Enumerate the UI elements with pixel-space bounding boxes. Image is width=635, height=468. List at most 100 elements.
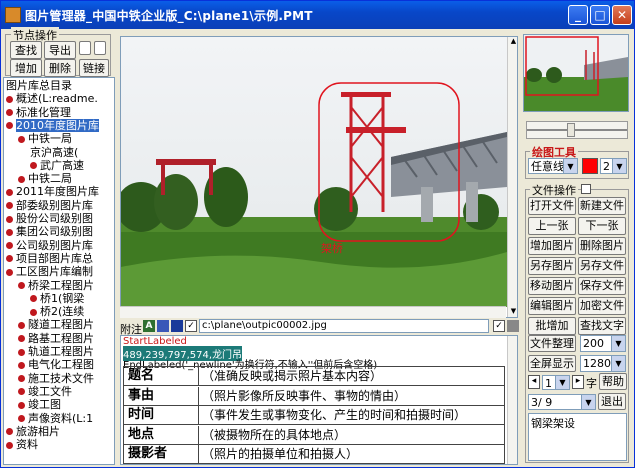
tree-node[interactable]: 中铁一局 <box>18 133 72 145</box>
arrange-select[interactable]: 200 ▼ <box>580 335 626 352</box>
tree-node[interactable]: 京沪高速( <box>30 146 78 159</box>
tree-node[interactable]: 声像资料(L:1 <box>18 411 94 425</box>
trash-icon[interactable] <box>507 320 519 332</box>
link-button[interactable]: 链接 <box>79 59 109 77</box>
image-icon[interactable] <box>157 320 169 332</box>
font-icon[interactable]: A <box>143 320 155 332</box>
file-op-button[interactable]: 加密文件 <box>578 297 626 315</box>
tree-node[interactable]: 隧道工程图片 <box>18 319 94 331</box>
node-bullet-icon <box>6 188 13 196</box>
file-op-button[interactable]: 新建文件 <box>578 197 626 215</box>
tree-node[interactable]: 标准化管理 <box>6 106 71 119</box>
image-viewer[interactable]: 架桥 ▲ ▼ <box>120 36 518 318</box>
node-bullet-icon <box>18 335 25 343</box>
file-op-button[interactable]: 移动图片 <box>528 277 576 295</box>
prev-font-icon[interactable]: ◂ <box>528 375 540 389</box>
file-op-button[interactable]: 打开文件 <box>528 197 576 215</box>
tree-node[interactable]: 竣工图 <box>18 399 61 411</box>
tree-node[interactable]: 桥梁工程图片 <box>18 279 94 292</box>
file-op-button[interactable]: 另存图片 <box>528 257 576 275</box>
file-op-button[interactable]: 编辑图片 <box>528 297 576 315</box>
file-ops-checkbox[interactable] <box>581 184 591 194</box>
chevron-down-icon[interactable]: ▼ <box>555 376 569 389</box>
tree-node[interactable]: 2011年度图片库 <box>6 186 99 198</box>
scroll-down-icon[interactable]: ▼ <box>509 307 517 317</box>
save-icon[interactable] <box>171 320 183 332</box>
notes-text-area[interactable]: StartLabeled 489,239,797,574,龙门吊 EndLabe… <box>120 335 518 465</box>
checkbox-icon[interactable]: ✓ <box>185 320 197 332</box>
file-op-button[interactable]: 下一张 <box>578 217 626 235</box>
tree-node[interactable]: 项目部图片库总 <box>6 252 93 265</box>
zoom-slider-thumb[interactable] <box>567 123 575 137</box>
checkbox-a[interactable] <box>79 41 91 55</box>
arrange-button[interactable]: 文件整理 <box>528 335 576 352</box>
tree-node[interactable]: 武广高速 <box>30 158 84 172</box>
minimize-button[interactable]: _ <box>568 5 588 25</box>
file-op-button[interactable]: 另存文件 <box>578 257 626 275</box>
tree-node[interactable]: 2010年度图片库 <box>6 118 99 132</box>
export-button[interactable]: 导出 <box>44 41 76 59</box>
file-op-button[interactable]: 删除图片 <box>578 237 626 255</box>
fullscreen-select[interactable]: 1280 ▼ <box>580 355 626 372</box>
scroll-up-icon[interactable]: ▲ <box>509 37 517 47</box>
tree-node[interactable]: 中铁二局 <box>18 173 72 185</box>
tree-node-label: 声像资料(L:1 <box>28 411 94 425</box>
file-op-button[interactable]: 查找文字 <box>578 317 626 335</box>
font-size-select[interactable]: 1 ▼ <box>542 375 570 390</box>
page-select[interactable]: 3/ 9 ▼ <box>528 394 596 410</box>
attach-path-field[interactable]: c:\plane\outpic00002.jpg <box>199 319 489 333</box>
tree-node[interactable]: 图片库总目录 <box>6 80 72 92</box>
find-button[interactable]: 查找 <box>10 41 42 59</box>
tree-node[interactable]: 集团公司级别图 <box>6 226 93 238</box>
notes-vscroll[interactable] <box>507 336 517 464</box>
tree-node[interactable]: 概述(L:readme. <box>6 93 98 105</box>
tree-node[interactable]: 桥2(连续 <box>30 306 84 318</box>
tree-node[interactable]: 竣工文件 <box>18 385 72 398</box>
close-button[interactable]: ✕ <box>612 5 632 25</box>
tree-node[interactable]: 轨道工程图片 <box>18 346 94 358</box>
tree-node[interactable]: 部委级别图片库 <box>6 199 93 212</box>
tree-node[interactable]: 公司级别图片库 <box>6 239 93 252</box>
maximize-button[interactable]: □ <box>590 5 610 25</box>
file-op-button[interactable]: 上一张 <box>528 217 576 235</box>
file-op-button[interactable]: 批增加 <box>528 317 576 335</box>
file-op-button[interactable]: 保存文件 <box>578 277 626 295</box>
tree-node[interactable]: 桥1(钢梁 <box>30 292 84 305</box>
draw-color-swatch[interactable] <box>582 158 598 174</box>
image-hscroll[interactable] <box>120 306 506 318</box>
caption-field[interactable]: 钢梁架设 <box>528 413 627 461</box>
thumbnail-image <box>524 35 628 111</box>
draw-shape-select[interactable]: 任意线 ▼ <box>528 158 578 174</box>
zoom-slider[interactable] <box>526 121 628 139</box>
thumbnail-view[interactable] <box>523 34 629 112</box>
chevron-down-icon[interactable]: ▼ <box>563 159 577 173</box>
title-bar[interactable]: 图片管理器_中国中铁企业版_C:\plane1\示例.PMT _ □ ✕ <box>1 1 634 29</box>
tree-node[interactable]: 资料 <box>6 439 38 451</box>
category-tree[interactable]: 图片库总目录 概述(L:readme. 标准化管理 2010年度图片库 中铁一局 京沪高速… <box>3 77 115 465</box>
image-vscroll[interactable]: ▲ ▼ <box>507 37 517 317</box>
draw-width-select[interactable]: 2 ▼ <box>600 158 627 174</box>
exit-button[interactable]: 退出 <box>598 393 626 410</box>
tree-node-label: 武广高速 <box>40 158 84 172</box>
chevron-down-icon[interactable]: ▼ <box>581 395 595 409</box>
tree-node[interactable]: 旅游相片 <box>6 425 60 438</box>
help-button[interactable]: 帮助 <box>599 373 627 390</box>
node-bullet-icon <box>6 202 13 210</box>
tree-node[interactable]: 股份公司级别图 <box>6 213 93 225</box>
delete-node-button[interactable]: 删除 <box>44 59 76 77</box>
tree-node[interactable]: 工区图片库编制 <box>6 266 93 278</box>
tree-node[interactable]: 路基工程图片 <box>18 332 94 345</box>
next-font-icon[interactable]: ▸ <box>572 375 584 389</box>
metadata-value: （事件发生或事物变化、产生的时间和拍摄时间） <box>202 408 467 422</box>
tree-node[interactable]: 电气化工程图 <box>18 359 94 371</box>
chevron-down-icon[interactable]: ▼ <box>611 356 625 371</box>
chevron-down-icon[interactable]: ▼ <box>612 159 626 173</box>
attach-check-icon[interactable]: ✓ <box>493 320 505 332</box>
tree-node[interactable]: 施工技术文件 <box>18 372 94 385</box>
checkbox-b[interactable] <box>94 41 106 55</box>
add-node-button[interactable]: 增加 <box>10 59 42 77</box>
file-op-button[interactable]: 增加图片 <box>528 237 576 255</box>
fullscreen-button[interactable]: 全屏显示 <box>528 355 576 372</box>
chevron-down-icon[interactable]: ▼ <box>611 336 625 351</box>
draw-shape-value: 任意线 <box>531 160 564 173</box>
